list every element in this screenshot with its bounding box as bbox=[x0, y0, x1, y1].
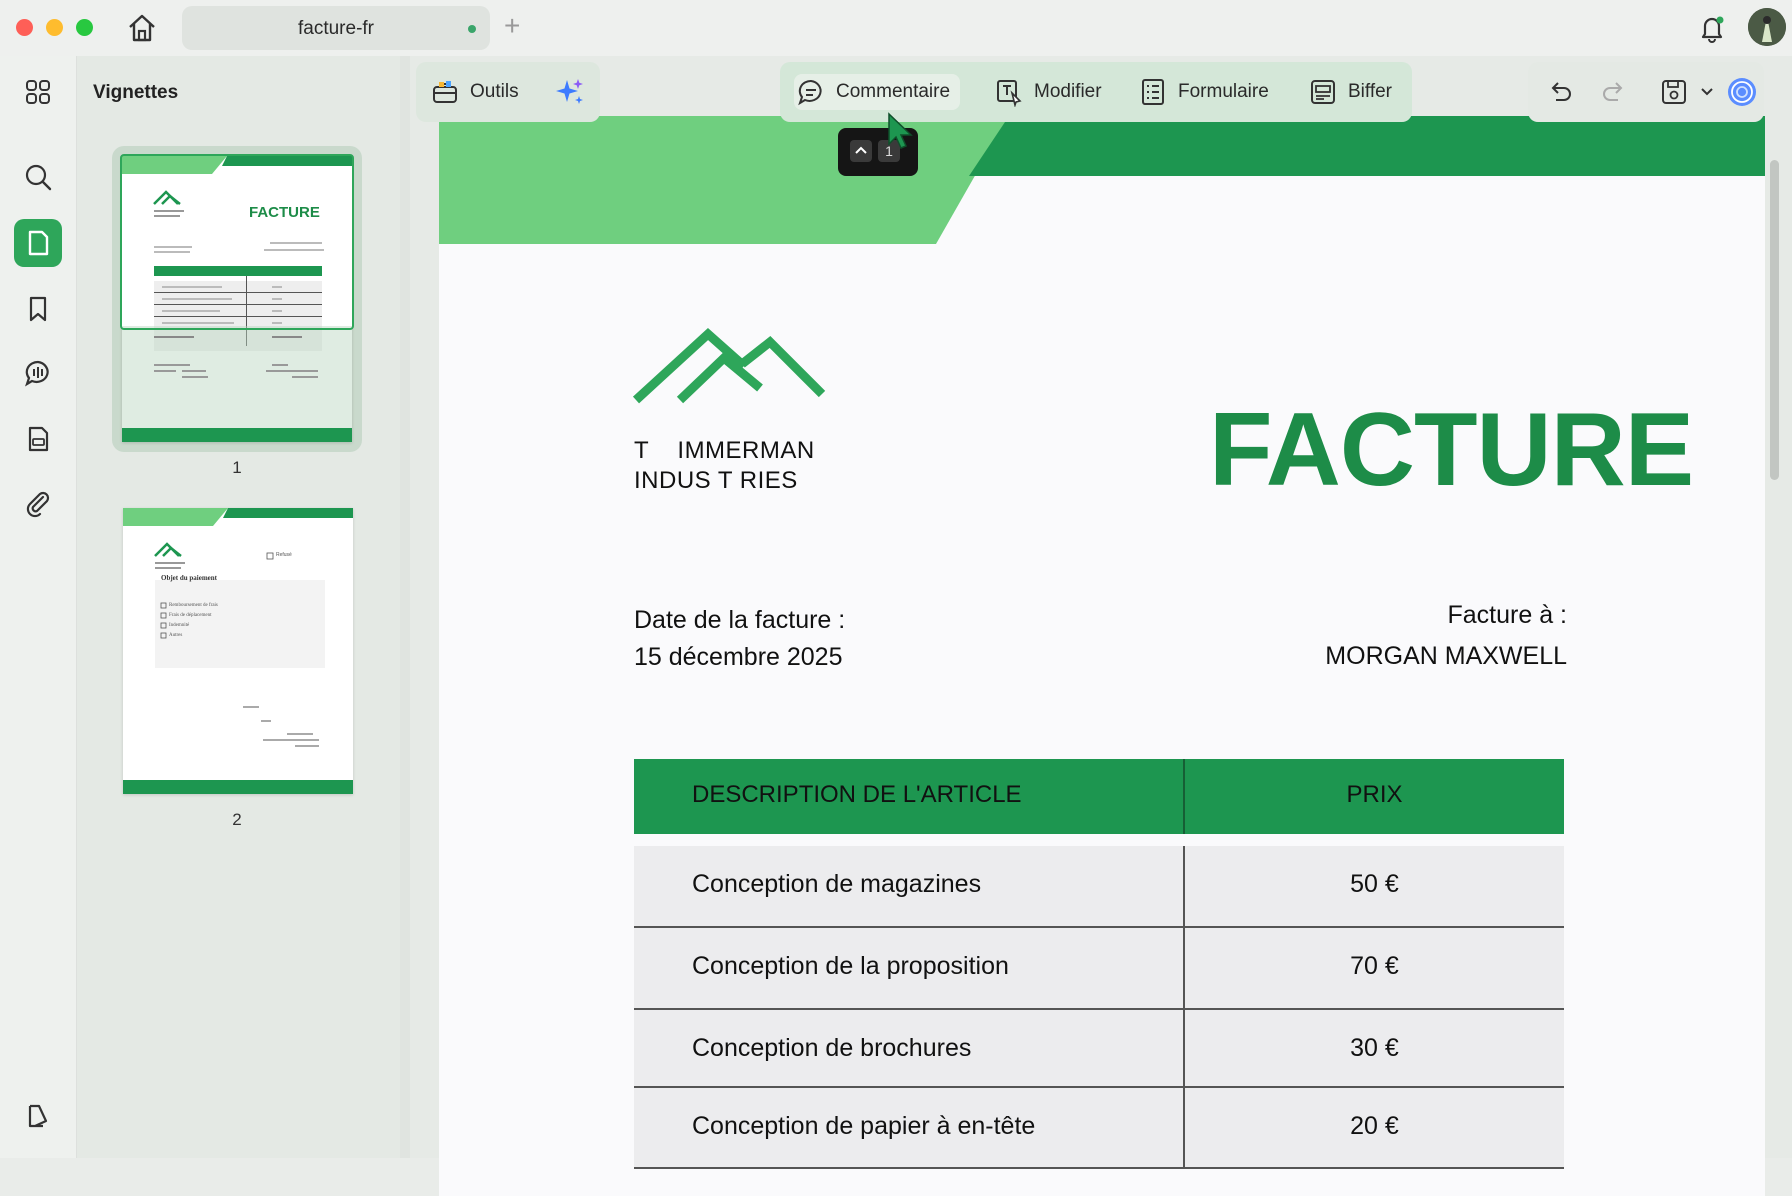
unsaved-dot-icon bbox=[468, 25, 476, 33]
row-description: Conception de papier à en-tête bbox=[692, 1112, 1036, 1140]
comments-icon[interactable] bbox=[14, 349, 62, 397]
minimize-window-button[interactable] bbox=[46, 19, 63, 36]
vertical-scrollbar[interactable] bbox=[1766, 118, 1782, 1158]
row-price: 50 € bbox=[1350, 870, 1399, 898]
sidebar-toggle-icon[interactable] bbox=[14, 1092, 62, 1140]
save-options-chevron-down-icon[interactable] bbox=[1698, 76, 1716, 108]
search-icon[interactable] bbox=[14, 153, 62, 201]
thumbnail-2-option: Autres bbox=[169, 633, 183, 638]
thumbnail-page-number: 1 bbox=[232, 458, 242, 477]
tab-title: facture-fr bbox=[297, 18, 375, 39]
redact-mode-button[interactable]: Biffer bbox=[1308, 74, 1392, 110]
row-price: 30 € bbox=[1350, 1034, 1399, 1062]
save-icon[interactable] bbox=[1658, 76, 1690, 108]
invoice-title: FACTURE bbox=[1209, 392, 1694, 508]
invoice-date-label: Date de la facture : bbox=[634, 606, 846, 634]
comment-mode-button[interactable]: Commentaire bbox=[794, 74, 961, 110]
edit-mode-button[interactable]: Modifier bbox=[994, 74, 1102, 110]
comment-label: Commentaire bbox=[836, 81, 951, 102]
user-avatar[interactable] bbox=[1748, 8, 1786, 46]
form-icon bbox=[1142, 79, 1164, 105]
redact-label: Biffer bbox=[1348, 81, 1393, 102]
row-description: Conception de magazines bbox=[692, 870, 982, 898]
thumbnail-2-options: Remboursement de frais Frais de déplacem… bbox=[169, 601, 218, 641]
thumbnail-2-section-title: Objet du paiement bbox=[161, 574, 217, 582]
attachment-icon[interactable] bbox=[14, 479, 62, 527]
page-layers-icon[interactable] bbox=[14, 415, 62, 463]
thumbnail-2-option: Frais de déplacement bbox=[169, 613, 212, 618]
bill-to-label: Facture à : bbox=[1447, 601, 1568, 629]
thumbnail-page-1[interactable]: FACTURE bbox=[112, 146, 362, 452]
table-row: Conception de la proposition 70 € bbox=[634, 928, 1564, 1010]
title-bar: facture-fr + bbox=[0, 0, 1792, 56]
thumbnails-panel: Vignettes FACTURE 1 Objet du paiement Re… bbox=[77, 56, 400, 1158]
panel-splitter[interactable] bbox=[400, 56, 410, 1158]
thumbnail-2-option: Remboursement de frais bbox=[169, 603, 218, 608]
row-description: Conception de la proposition bbox=[692, 952, 1009, 980]
ai-assistant-icon[interactable] bbox=[1726, 76, 1758, 108]
bill-to-value: MORGAN MAXWELL bbox=[1325, 642, 1567, 670]
toolbox-icon bbox=[433, 81, 457, 103]
company-name-line1: T IMMERMAN bbox=[634, 437, 815, 464]
column-header-description: DESCRIPTION DE L'ARTICLE bbox=[692, 781, 1022, 808]
table-row: Conception de brochures 30 € bbox=[634, 1010, 1564, 1088]
table-header: DESCRIPTION DE L'ARTICLE PRIX bbox=[634, 759, 1564, 834]
tools-label: Outils bbox=[470, 81, 519, 102]
page-header-decoration bbox=[439, 116, 1765, 244]
form-label: Formulaire bbox=[1178, 81, 1269, 102]
ai-sparkle-icon[interactable] bbox=[554, 76, 586, 108]
table-row: Conception de magazines 50 € bbox=[634, 846, 1564, 928]
undo-icon[interactable] bbox=[1544, 76, 1576, 108]
thumbnail-page-2[interactable]: Objet du paiement Remboursement de frais… bbox=[123, 508, 353, 794]
comment-icon bbox=[798, 79, 822, 106]
row-price: 70 € bbox=[1350, 952, 1399, 980]
apps-grid-icon[interactable] bbox=[14, 68, 62, 116]
thumbnails-panel-icon[interactable] bbox=[14, 219, 62, 267]
redact-icon bbox=[1311, 80, 1335, 104]
zoom-window-button[interactable] bbox=[76, 19, 93, 36]
company-logo bbox=[632, 327, 826, 404]
row-description: Conception de brochures bbox=[692, 1034, 972, 1062]
thumbnail-2-checkbox-label: Refusé bbox=[276, 552, 292, 558]
column-header-price: PRIX bbox=[1346, 781, 1403, 808]
bookmark-icon[interactable] bbox=[14, 285, 62, 333]
new-tab-button[interactable]: + bbox=[504, 8, 520, 44]
invoice-date-value: 15 décembre 2025 bbox=[634, 643, 843, 671]
edit-mode-toolbar: Commentaire Modifier Formulaire Biffer bbox=[780, 62, 1412, 122]
document-viewport: T IMMERMAN INDUS T RIES FACTURE Date de … bbox=[410, 56, 1792, 1196]
edit-label: Modifier bbox=[1034, 81, 1102, 102]
thumbnail-page-number: 2 bbox=[232, 810, 242, 829]
viewport-indicator bbox=[120, 154, 354, 330]
row-price: 20 € bbox=[1350, 1112, 1399, 1140]
company-name-line2: INDUS T RIES bbox=[634, 467, 798, 494]
redo-icon[interactable] bbox=[1598, 76, 1630, 108]
left-tool-rail bbox=[0, 56, 77, 1158]
mouse-cursor-icon bbox=[888, 112, 913, 149]
close-window-button[interactable] bbox=[16, 19, 33, 36]
scrollbar-thumb[interactable] bbox=[1770, 160, 1779, 480]
document-actions-toolbar bbox=[1528, 62, 1764, 122]
document-page: T IMMERMAN INDUS T RIES FACTURE Date de … bbox=[439, 116, 1765, 1196]
form-mode-button[interactable]: Formulaire bbox=[1138, 74, 1269, 110]
tools-button[interactable]: Outils bbox=[430, 74, 519, 110]
home-icon[interactable] bbox=[124, 10, 160, 46]
notification-bell-icon[interactable] bbox=[1694, 10, 1730, 46]
company-name: T IMMERMAN INDUS T RIES bbox=[634, 436, 815, 496]
panel-title: Vignettes bbox=[93, 82, 179, 103]
document-tab[interactable]: facture-fr bbox=[182, 6, 490, 50]
edit-text-icon bbox=[997, 80, 1022, 107]
table-row: Conception de papier à en-tête 20 € bbox=[634, 1088, 1564, 1169]
chevron-up-icon[interactable] bbox=[850, 140, 872, 162]
tools-toolbar-group: Outils bbox=[416, 62, 600, 122]
thumbnail-2-option: Indemnité bbox=[169, 623, 190, 628]
